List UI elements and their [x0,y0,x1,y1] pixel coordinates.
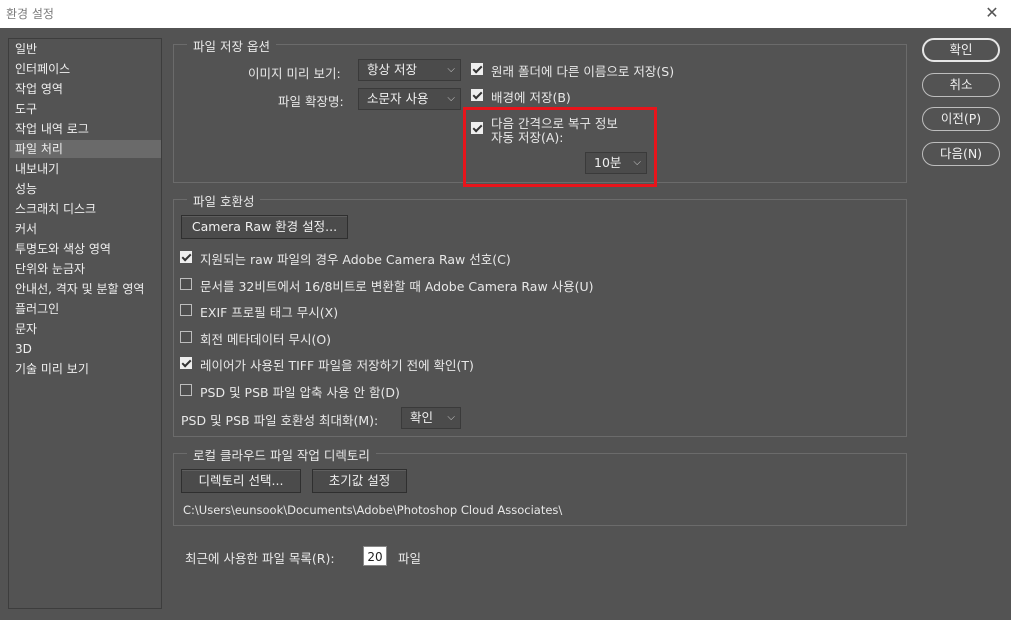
chevron-down-icon: ⌵ [447,64,455,75]
maximize-compat-value: 확인 [410,410,434,425]
prefer-camera-raw-checkbox[interactable] [180,251,192,263]
sidebar-item-tools[interactable]: 도구 [10,100,161,118]
camera-raw-prefs-button[interactable]: Camera Raw 환경 설정... [181,215,348,239]
sidebar-item-history-log[interactable]: 작업 내역 로그 [10,120,161,138]
preferences-dialog: 환경 설정 ✕ 일반 인터페이스 작업 영역 도구 작업 내역 로그 파일 처리… [0,0,1011,620]
chevron-down-icon: ⌵ [447,93,455,104]
sidebar-item-plugins[interactable]: 플러그인 [10,300,161,318]
sidebar-item-3d[interactable]: 3D [10,340,161,358]
sidebar-item-general[interactable]: 일반 [10,40,161,58]
category-list: 일반 인터페이스 작업 영역 도구 작업 내역 로그 파일 처리 내보내기 성능… [8,38,162,609]
recent-files-label: 최근에 사용한 파일 목록(R): [185,551,335,566]
cancel-button[interactable]: 취소 [922,73,1000,97]
reset-defaults-button[interactable]: 초기값 설정 [312,469,407,493]
sidebar-item-transparency[interactable]: 투명도와 색상 영역 [10,240,161,258]
select-directory-button[interactable]: 디렉토리 선택... [181,469,301,493]
use-camera-raw-convert-label: 문서를 32비트에서 16/8비트로 변환할 때 Adobe Camera Ra… [200,279,594,294]
sidebar-item-scratch-disks[interactable]: 스크래치 디스크 [10,200,161,218]
ignore-exif-checkbox[interactable] [180,304,192,316]
disable-psd-compression-checkbox[interactable] [180,384,192,396]
sidebar-item-file-handling[interactable]: 파일 처리 [10,140,161,158]
sidebar-item-interface[interactable]: 인터페이스 [10,60,161,78]
use-camera-raw-convert-checkbox[interactable] [180,278,192,290]
save-options-legend: 파일 저장 옵션 [187,36,276,55]
ignore-rotation-label: 회전 메타데이터 무시(O) [200,332,332,347]
save-background-checkbox[interactable] [471,89,483,101]
cloud-dir-path: C:\Users\eunsook\Documents\Adobe\Photosh… [183,503,563,517]
sidebar-item-units-rulers[interactable]: 단위와 눈금자 [10,260,161,278]
save-original-folder-label: 원래 폴더에 다른 이름으로 저장(S) [491,64,675,79]
next-button[interactable]: 다음(N) [922,142,1000,166]
recent-files-unit: 파일 [398,551,422,566]
chevron-down-icon: ⌵ [447,412,455,423]
prefer-camera-raw-label: 지원되는 raw 파일의 경우 Adobe Camera Raw 선호(C) [200,252,511,267]
close-icon[interactable]: ✕ [981,2,1003,24]
ignore-rotation-checkbox[interactable] [180,331,192,343]
image-preview-label: 이미지 미리 보기: [248,66,341,81]
file-extension-select[interactable]: 소문자 사용 ⌵ [358,88,461,110]
highlight-box [463,107,657,187]
cloud-dir-legend: 로컬 클라우드 파일 작업 디렉토리 [187,445,376,464]
maximize-compat-select[interactable]: 확인 ⌵ [401,407,461,429]
sidebar-item-workspace[interactable]: 작업 영역 [10,80,161,98]
save-original-folder-checkbox[interactable] [471,63,483,75]
file-extension-label: 파일 확장명: [278,94,344,109]
recent-files-count-input[interactable]: 20 [363,546,387,566]
ok-button[interactable]: 확인 [922,38,1000,62]
tiff-layers-confirm-checkbox[interactable] [180,357,192,369]
compat-legend: 파일 호환성 [187,191,261,210]
sidebar-item-cursors[interactable]: 커서 [10,220,161,238]
sidebar-item-type[interactable]: 문자 [10,320,161,338]
previous-button[interactable]: 이전(P) [922,107,1000,131]
sidebar-item-performance[interactable]: 성능 [10,180,161,198]
ignore-exif-label: EXIF 프로필 태그 무시(X) [200,305,339,320]
image-preview-select[interactable]: 항상 저장 ⌵ [358,59,461,81]
tiff-layers-confirm-label: 레이어가 사용된 TIFF 파일을 저장하기 전에 확인(T) [200,358,474,373]
maximize-compat-label: PSD 및 PSB 파일 호환성 최대화(M): [181,413,379,428]
sidebar-item-tech-previews[interactable]: 기술 미리 보기 [10,360,161,378]
window-title: 환경 설정 [6,7,54,21]
disable-psd-compression-label: PSD 및 PSB 파일 압축 사용 안 함(D) [200,385,400,400]
image-preview-value: 항상 저장 [367,62,417,77]
sidebar-item-export[interactable]: 내보내기 [10,160,161,178]
title-bar: 환경 설정 ✕ [0,0,1011,28]
sidebar-item-guides-grid[interactable]: 안내선, 격자 및 분할 영역 [10,280,161,298]
file-extension-value: 소문자 사용 [367,91,429,106]
save-background-label: 배경에 저장(B) [491,90,571,105]
